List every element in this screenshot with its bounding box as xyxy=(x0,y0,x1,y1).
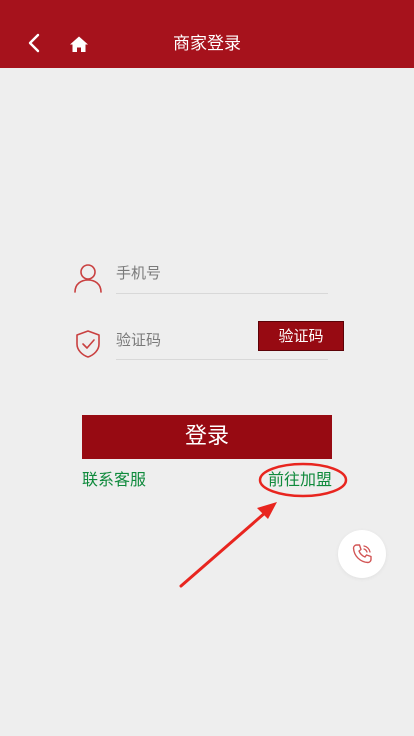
shield-check-icon xyxy=(72,327,104,361)
annotation-arrow-head xyxy=(257,502,277,519)
phone-icon xyxy=(352,544,372,564)
join-link[interactable]: 前往加盟 xyxy=(268,469,332,491)
code-underline xyxy=(116,359,328,360)
login-button[interactable]: 登录 xyxy=(82,415,332,459)
user-icon xyxy=(72,261,104,295)
phone-call-button[interactable] xyxy=(338,530,386,578)
page-title: 商家登录 xyxy=(173,34,241,54)
contact-service-link[interactable]: 联系客服 xyxy=(82,469,146,491)
annotation-arrow-shaft xyxy=(179,510,268,588)
phone-underline xyxy=(116,293,328,294)
get-code-button[interactable]: 验证码 xyxy=(258,321,344,351)
annotation-overlay xyxy=(179,462,348,588)
app-header: 商家登录 xyxy=(0,0,414,68)
phone-input[interactable] xyxy=(116,262,326,284)
